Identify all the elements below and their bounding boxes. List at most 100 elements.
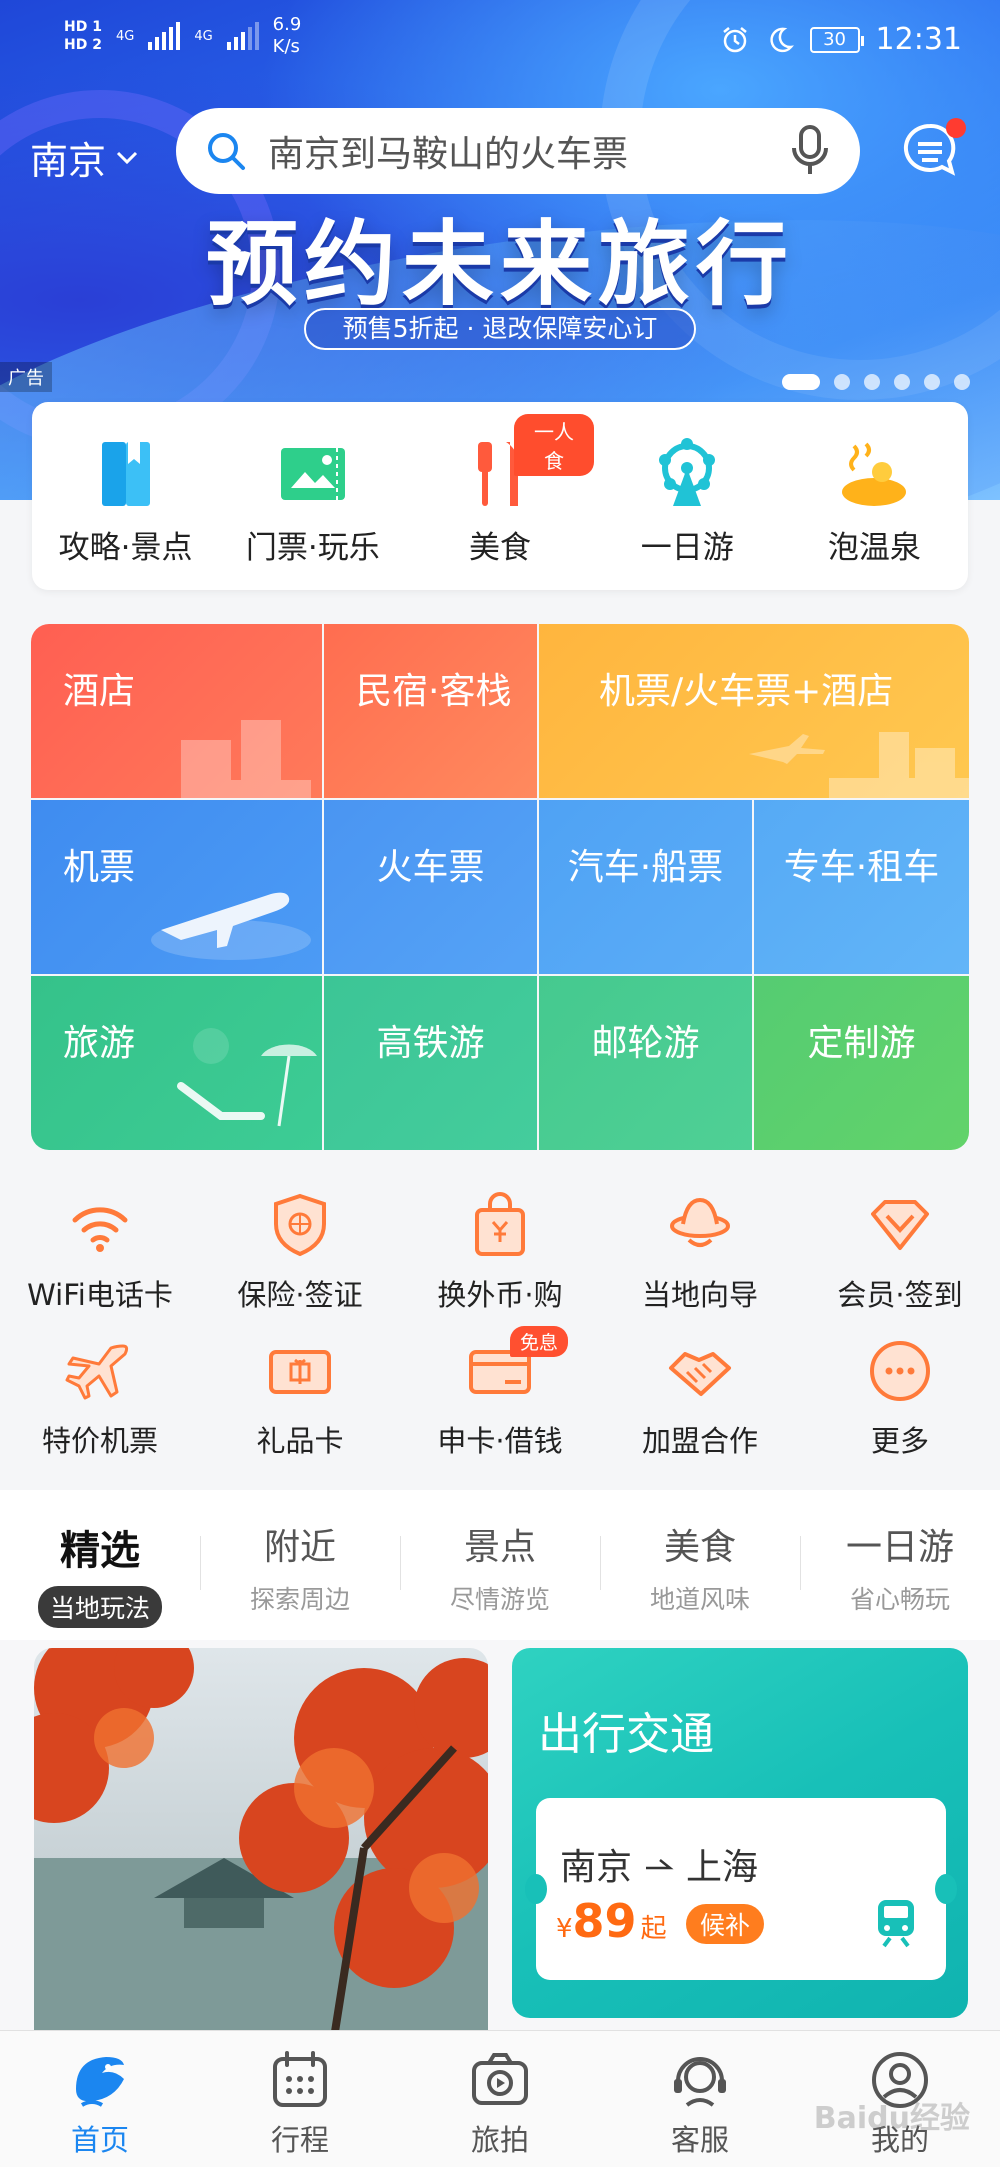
waitlist-badge: 候补 bbox=[686, 1904, 765, 1944]
tab-day-tour[interactable]: 一日游 省心畅玩 bbox=[800, 1518, 1000, 1640]
ad-label: 广告 bbox=[0, 362, 52, 392]
carousel-dot bbox=[954, 374, 970, 390]
nav-customer-service[interactable]: 客服 bbox=[600, 2031, 800, 2167]
category-hot-spring[interactable]: 泡温泉 bbox=[781, 402, 968, 590]
quick-categories: 攻略·景点 门票·玩乐 一人食 美食 一日游 泡温泉 bbox=[32, 402, 968, 590]
train-ticket[interactable]: 南京 上海 ¥ 89 起 候补 bbox=[525, 1798, 957, 1980]
chevron-down-icon bbox=[116, 151, 138, 164]
search-placeholder: 南京到马鞍山的火车票 bbox=[268, 134, 629, 175]
service-member[interactable]: 会员·签到 bbox=[800, 1180, 1000, 1326]
grid-bus-ship[interactable]: 汽车·船票 bbox=[539, 800, 752, 974]
shopping-bag-icon bbox=[475, 1192, 525, 1256]
signal-icon-2 bbox=[226, 22, 259, 50]
ferris-wheel-icon bbox=[659, 438, 716, 506]
dolphin-home-icon bbox=[76, 2057, 124, 2107]
transport-title: 出行交通 bbox=[538, 1709, 714, 1760]
unread-dot bbox=[946, 118, 966, 138]
hd2-label: HD 2 bbox=[64, 37, 102, 53]
grid-rail-tour[interactable]: 高铁游 bbox=[324, 976, 537, 1150]
guide-book-icon bbox=[101, 442, 150, 506]
network-type-1: 4G bbox=[115, 28, 135, 44]
grid-car-rental[interactable]: 专车·租车 bbox=[754, 800, 969, 974]
battery-icon: 30 bbox=[809, 26, 864, 53]
clock: 12:31 bbox=[875, 22, 962, 57]
grid-train[interactable]: 火车票 bbox=[324, 800, 537, 974]
plane-icon bbox=[65, 1344, 129, 1400]
grid-flight-hotel[interactable]: 机票/火车票+酒店 bbox=[539, 624, 969, 798]
gift-card-icon bbox=[269, 1350, 331, 1394]
carousel-dot bbox=[864, 374, 880, 390]
handshake-icon bbox=[669, 1352, 731, 1396]
shield-icon bbox=[274, 1193, 326, 1257]
carousel-dot bbox=[894, 374, 910, 390]
grid-travel[interactable]: 旅游 bbox=[31, 976, 322, 1150]
microphone-icon[interactable] bbox=[790, 124, 830, 178]
hd1-label: HD 1 bbox=[64, 19, 102, 35]
recommend-feed: 精选 当地玩法 附近 探索周边 景点 尽情游览 美食 地道风味 一日游 省心畅玩 bbox=[0, 1490, 1000, 2050]
category-guide[interactable]: 攻略·景点 bbox=[32, 402, 219, 590]
watermark: Baidu经验 bbox=[813, 2101, 970, 2136]
city-selector[interactable]: 南京 bbox=[30, 130, 140, 185]
route-from: 南京 bbox=[560, 1847, 633, 1888]
beach-chair-icon bbox=[177, 1028, 317, 1127]
diamond-icon bbox=[871, 1200, 929, 1250]
service-cheap-flight[interactable]: 特价机票 bbox=[0, 1326, 200, 1472]
signal-icon bbox=[148, 22, 181, 50]
moon-icon bbox=[769, 27, 794, 52]
service-more[interactable]: 更多 bbox=[800, 1326, 1000, 1472]
network-type-2: 4G bbox=[194, 28, 213, 44]
maple-photo-card[interactable] bbox=[34, 1648, 488, 2038]
tab-featured[interactable]: 精选 当地玩法 bbox=[0, 1518, 200, 1640]
service-franchise[interactable]: 加盟合作 bbox=[600, 1326, 800, 1472]
more-services: WiFi电话卡 保险·签证 换外币·购 当地向导 会员·签到 特价机票 礼品卡 bbox=[0, 1180, 1000, 1470]
service-credit-card[interactable]: 免息 申卡·借钱 bbox=[400, 1326, 600, 1472]
service-badge: 免息 bbox=[510, 1326, 569, 1357]
grid-custom[interactable]: 定制游 bbox=[754, 976, 969, 1150]
nav-itinerary[interactable]: 行程 bbox=[200, 2031, 400, 2167]
category-badge: 一人食 bbox=[514, 414, 594, 476]
service-currency[interactable]: 换外币·购 bbox=[400, 1180, 600, 1326]
ticket-icon bbox=[280, 448, 345, 500]
main-service-grid: 酒店 民宿·客栈 机票/火车票+酒店 机票 火车票 汽车·船票 专车·租车 旅游… bbox=[31, 624, 969, 1150]
headset-icon bbox=[674, 2057, 726, 2107]
search-icon bbox=[208, 133, 245, 170]
city-name: 南京 bbox=[30, 139, 107, 183]
category-food[interactable]: 一人食 美食 bbox=[406, 402, 594, 590]
grid-hotel[interactable]: 酒店 bbox=[31, 624, 322, 798]
service-wifi[interactable]: WiFi电话卡 bbox=[0, 1180, 200, 1326]
route-to: 上海 bbox=[686, 1847, 759, 1888]
hot-spring-icon bbox=[842, 442, 907, 506]
ticket-price: ¥ 89 起 bbox=[556, 1894, 667, 1948]
service-insurance[interactable]: 保险·签证 bbox=[200, 1180, 400, 1326]
tab-nearby[interactable]: 附近 探索周边 bbox=[200, 1518, 400, 1640]
carousel-indicator[interactable] bbox=[782, 374, 970, 390]
status-bar: HD 1 HD 2 4G 4G 6.9 K/s 30 12:31 bbox=[0, 0, 1000, 80]
search-bar[interactable]: 南京到马鞍山的火车票 bbox=[176, 108, 860, 194]
nav-home[interactable]: 首页 bbox=[0, 2031, 200, 2167]
carousel-dot bbox=[924, 374, 940, 390]
service-local-guide[interactable]: 当地向导 bbox=[600, 1180, 800, 1326]
tab-attractions[interactable]: 景点 尽情游览 bbox=[400, 1518, 600, 1640]
airplane-icon bbox=[151, 892, 311, 960]
grid-flight[interactable]: 机票 bbox=[31, 800, 322, 974]
tab-food[interactable]: 美食 地道风味 bbox=[600, 1518, 800, 1640]
arrow-right-icon bbox=[646, 1859, 674, 1870]
transport-card[interactable]: 出行交通 南京 上海 ¥ 89 起 候补 bbox=[512, 1648, 968, 2018]
carousel-dot bbox=[834, 374, 850, 390]
plane-city-icon bbox=[749, 732, 969, 798]
banner-headline: 预约未来旅行 bbox=[205, 211, 794, 318]
bottom-nav: 首页 行程 旅拍 客服 我的 Baidu经验 bbox=[0, 2030, 1000, 2167]
net-speed: 6.9 K/s bbox=[272, 14, 302, 57]
service-gift-card[interactable]: 礼品卡 bbox=[200, 1326, 400, 1472]
category-day-tour[interactable]: 一日游 bbox=[594, 402, 781, 590]
more-icon bbox=[870, 1341, 930, 1401]
feed-tabs: 精选 当地玩法 附近 探索周边 景点 尽情游览 美食 地道风味 一日游 省心畅玩 bbox=[0, 1490, 1000, 1640]
category-tickets[interactable]: 门票·玩乐 bbox=[219, 402, 406, 590]
calendar-icon bbox=[273, 2051, 327, 2107]
wifi-icon bbox=[72, 1207, 128, 1252]
grid-cruise[interactable]: 邮轮游 bbox=[539, 976, 752, 1150]
hotel-building-icon bbox=[181, 720, 311, 798]
grid-homestay[interactable]: 民宿·客栈 bbox=[324, 624, 537, 798]
message-button[interactable] bbox=[900, 118, 966, 180]
nav-travel-photo[interactable]: 旅拍 bbox=[400, 2031, 600, 2167]
